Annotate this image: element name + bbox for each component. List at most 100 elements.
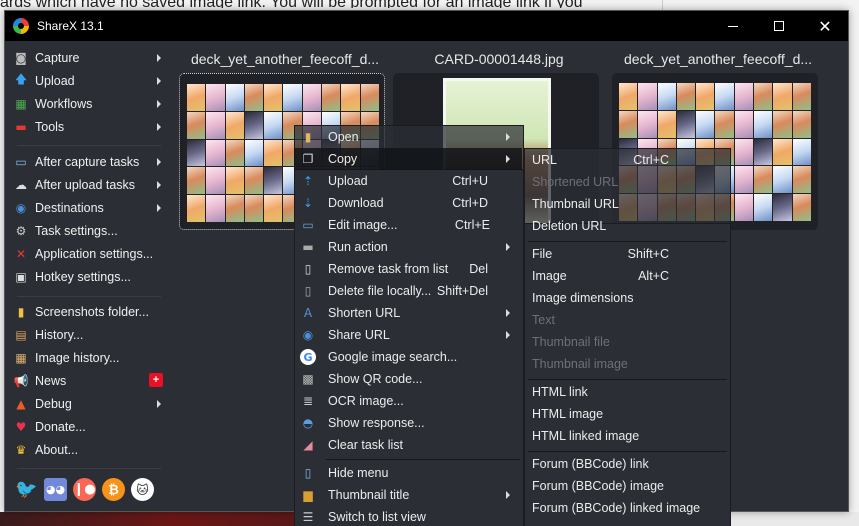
bitcoin-icon[interactable]: ₿ bbox=[102, 478, 125, 501]
copy-item-thumbnail-url[interactable]: Thumbnail URL bbox=[524, 193, 729, 215]
submenu-label: URL bbox=[532, 153, 558, 167]
context-item-switch-to-list-view[interactable]: ☰ Switch to list view bbox=[294, 506, 522, 526]
menu-separator bbox=[17, 145, 161, 146]
minimize-button[interactable] bbox=[710, 11, 756, 41]
copy-item-url[interactable]: URL Ctrl+C bbox=[524, 149, 729, 171]
maximize-button[interactable] bbox=[756, 11, 802, 41]
menu-label: Destinations bbox=[35, 200, 104, 215]
menu-item-debug[interactable]: ▲ Debug bbox=[5, 392, 165, 415]
context-item-share-url[interactable]: ◉ Share URL bbox=[294, 324, 522, 346]
copy-item-thumbnail-image[interactable]: Thumbnail image bbox=[524, 353, 729, 375]
submenu-separator bbox=[528, 379, 727, 380]
context-item-hide-menu[interactable]: ▯ Hide menu bbox=[294, 462, 522, 484]
copy-item-thumbnail-file[interactable]: Thumbnail file bbox=[524, 331, 729, 353]
menu-separator bbox=[17, 296, 161, 297]
menu-item-workflows[interactable]: ▦ Workflows bbox=[5, 92, 165, 115]
context-item-download[interactable]: ⇣ Download Ctrl+D bbox=[294, 192, 522, 214]
context-label: Thumbnail title bbox=[328, 488, 410, 502]
submenu-label: HTML link bbox=[532, 385, 588, 399]
thumbnail-item[interactable]: deck_yet_another_feecoff_d... bbox=[179, 41, 391, 230]
submenu-label: Thumbnail image bbox=[532, 357, 628, 371]
menu-item-after-capture-tasks[interactable]: ▭ After capture tasks bbox=[5, 150, 165, 173]
context-item-run-action[interactable]: ▬ Run action bbox=[294, 236, 522, 258]
context-item-show-qr-code[interactable]: ▩ Show QR code... bbox=[294, 368, 522, 390]
menu-label: Upload bbox=[35, 73, 75, 88]
image-history-icon: ▦ bbox=[15, 350, 27, 365]
thumbnail-item[interactable]: deck_yet_another_feecoff_d... bbox=[612, 41, 824, 230]
shortcut-text: Ctrl+U bbox=[452, 174, 488, 188]
share-url-icon: ◉ bbox=[302, 328, 314, 342]
context-item-show-response[interactable]: ◓ Show response... bbox=[294, 412, 522, 434]
heart-icon: ♥ bbox=[15, 419, 27, 434]
close-button[interactable]: ✕ bbox=[802, 11, 848, 41]
response-icon: ◓ bbox=[302, 416, 314, 430]
copy-item-shortened-url[interactable]: Shortened URL bbox=[524, 171, 729, 193]
submenu-label: Thumbnail file bbox=[532, 335, 610, 349]
copy-item-html-image[interactable]: HTML image bbox=[524, 403, 729, 425]
copy-item-html-linked-image[interactable]: HTML linked image bbox=[524, 425, 729, 447]
menu-item-hotkey-settings[interactable]: ▣ Hotkey settings... bbox=[5, 265, 165, 288]
copy-item-text[interactable]: Text bbox=[524, 309, 729, 331]
context-label: Show QR code... bbox=[328, 372, 423, 386]
copy-item-bbcode-image[interactable]: Forum (BBCode) image bbox=[524, 475, 729, 497]
context-label: Edit image... bbox=[328, 218, 398, 232]
submenu-arrow-icon bbox=[157, 400, 161, 408]
menu-item-task-settings[interactable]: ⚙ Task settings... bbox=[5, 219, 165, 242]
menu-item-destinations[interactable]: ◉ Destinations bbox=[5, 196, 165, 219]
submenu-label: HTML image bbox=[532, 407, 604, 421]
context-label: Remove task from list bbox=[328, 262, 449, 276]
menu-label: After upload tasks bbox=[35, 177, 136, 192]
context-item-ocr-image[interactable]: ≣ OCR image... bbox=[294, 390, 522, 412]
copy-item-bbcode-linked-image[interactable]: Forum (BBCode) linked image bbox=[524, 497, 729, 519]
copy-item-image-dimensions[interactable]: Image dimensions bbox=[524, 287, 729, 309]
discord-icon[interactable]: ◕◕ bbox=[44, 478, 67, 501]
menu-item-history[interactable]: ▤ History... bbox=[5, 323, 165, 346]
submenu-label: Image bbox=[532, 269, 567, 283]
menu-item-capture[interactable]: ◙ Capture bbox=[5, 46, 165, 69]
context-item-shorten-url[interactable]: A Shorten URL bbox=[294, 302, 522, 324]
sharex-logo-icon bbox=[13, 18, 29, 34]
context-item-google-image-search[interactable]: G Google image search... bbox=[294, 346, 522, 368]
copy-item-bbcode-link[interactable]: Forum (BBCode) link bbox=[524, 453, 729, 475]
context-item-copy[interactable]: ❐ Copy bbox=[294, 148, 522, 170]
copy-icon: ❐ bbox=[302, 152, 314, 166]
menu-item-screenshots-folder[interactable]: ▮ Screenshots folder... bbox=[5, 300, 165, 323]
patreon-icon[interactable]: ❙● bbox=[73, 478, 96, 501]
context-item-open[interactable]: ▮ Open bbox=[294, 126, 522, 148]
copy-item-html-link[interactable]: HTML link bbox=[524, 381, 729, 403]
submenu-label: HTML linked image bbox=[532, 429, 640, 443]
hide-menu-icon: ▯ bbox=[304, 466, 312, 480]
menu-item-application-settings[interactable]: ✕ Application settings... bbox=[5, 242, 165, 265]
submenu-arrow-icon bbox=[157, 54, 161, 62]
thumbnail-title: CARD-00001448.jpg bbox=[434, 51, 564, 67]
copy-item-deletion-url[interactable]: Deletion URL bbox=[524, 215, 729, 237]
social-links: 🐦 ◕◕ ❙● ₿ 🐱 bbox=[15, 478, 154, 501]
title-bar[interactable]: ShareX 13.1 ✕ bbox=[5, 11, 848, 41]
context-item-upload[interactable]: ⇡ Upload Ctrl+U bbox=[294, 170, 522, 192]
context-item-thumbnail-title[interactable]: ▆ Thumbnail title bbox=[294, 484, 522, 506]
menu-item-about[interactable]: ♛ About... bbox=[5, 438, 165, 461]
copy-item-image[interactable]: Image Alt+C bbox=[524, 265, 729, 287]
copy-item-file[interactable]: File Shift+C bbox=[524, 243, 729, 265]
github-icon[interactable]: 🐱 bbox=[131, 478, 154, 501]
context-item-delete-file-locally[interactable]: ▯ Delete file locally... Shift+Del bbox=[294, 280, 522, 302]
menu-label: Debug bbox=[35, 396, 72, 411]
window-title: ShareX 13.1 bbox=[37, 19, 104, 33]
google-icon: G bbox=[300, 349, 316, 365]
menu-item-donate[interactable]: ♥ Donate... bbox=[5, 415, 165, 438]
context-item-edit-image[interactable]: ▭ Edit image... Ctrl+E bbox=[294, 214, 522, 236]
menu-item-image-history[interactable]: ▦ Image history... bbox=[5, 346, 165, 369]
shortcut-text: Shift+C bbox=[627, 247, 669, 261]
thumbnail-title: deck_yet_another_feecoff_d... bbox=[623, 51, 813, 67]
twitter-icon[interactable]: 🐦 bbox=[15, 478, 38, 501]
menu-item-tools[interactable]: ▬ Tools bbox=[5, 115, 165, 138]
menu-item-news[interactable]: 📢 News + bbox=[5, 369, 165, 392]
context-item-remove-task[interactable]: ▯ Remove task from list Del bbox=[294, 258, 522, 280]
menu-item-after-upload-tasks[interactable]: ☁ After upload tasks bbox=[5, 173, 165, 196]
edit-image-icon: ▭ bbox=[302, 218, 314, 232]
menu-item-upload[interactable]: 🡅 Upload bbox=[5, 69, 165, 92]
context-item-clear-task-list[interactable]: ◢ Clear task list bbox=[294, 434, 522, 456]
shortcut-text: Ctrl+C bbox=[633, 153, 669, 167]
upload-arrow-icon: 🡅 bbox=[14, 72, 28, 86]
thumbnail-item[interactable]: CARD-00001448.jpg bbox=[393, 41, 605, 230]
